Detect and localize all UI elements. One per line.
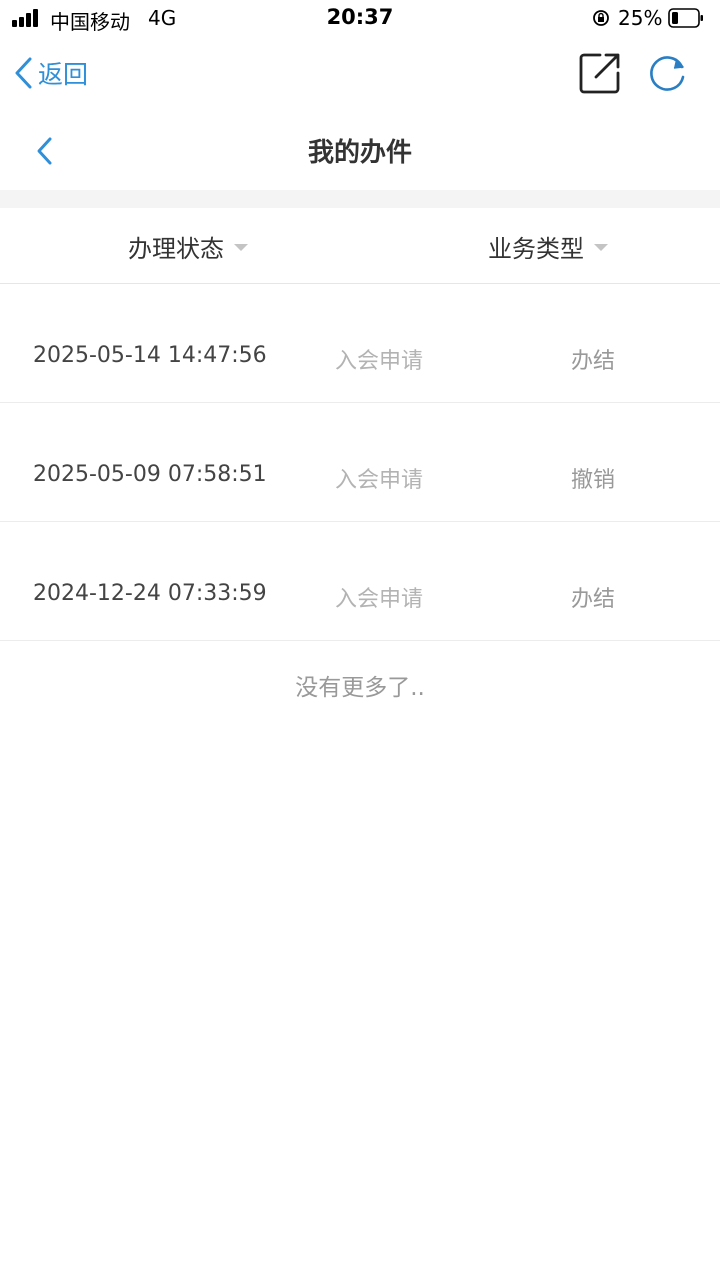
back-button[interactable]: 返回 [12, 50, 88, 96]
battery-icon [668, 8, 703, 28]
battery-percent: 25% [618, 6, 663, 30]
record-status: 办结 [571, 587, 616, 612]
record-business: 入会申请 [335, 587, 424, 612]
record-datetime: 2024-12-24 07:33:59 [33, 581, 267, 606]
no-more-text: 没有更多了.. [295, 675, 425, 701]
record-status: 撤销 [571, 468, 616, 493]
records-list: 2025-05-14 14:47:56 入会申请 办结 2025-05-09 0… [0, 284, 720, 641]
filter-type-dropdown[interactable]: 业务类型 [488, 226, 608, 266]
list-item[interactable]: 2025-05-09 07:58:51 入会申请 撤销 [0, 403, 720, 522]
filter-bar: 办理状态 业务类型 [0, 208, 720, 284]
caret-down-icon [594, 244, 608, 251]
page-header: 我的办件 [0, 112, 720, 190]
refresh-icon[interactable] [646, 53, 688, 95]
list-item[interactable]: 2024-12-24 07:33:59 入会申请 办结 [0, 522, 720, 641]
share-icon[interactable] [578, 51, 622, 95]
record-datetime: 2025-05-14 14:47:56 [33, 343, 267, 368]
rotation-lock-icon [593, 10, 609, 26]
page-title: 我的办件 [307, 138, 412, 168]
chevron-left-icon [15, 57, 32, 89]
record-status: 办结 [571, 349, 616, 374]
filter-type-label: 业务类型 [488, 234, 584, 263]
record-business: 入会申请 [335, 349, 424, 374]
browser-toolbar: 返回 [0, 40, 720, 106]
filter-status-label: 办理状态 [128, 234, 224, 263]
back-label: 返回 [38, 60, 89, 89]
section-divider [0, 190, 720, 208]
record-datetime: 2025-05-09 07:58:51 [33, 462, 267, 487]
record-business: 入会申请 [335, 468, 424, 493]
list-item[interactable]: 2025-05-14 14:47:56 入会申请 办结 [0, 284, 720, 403]
filter-status-dropdown[interactable]: 办理状态 [128, 226, 248, 266]
status-bar: 中国移动 4G 20:37 25% [0, 0, 720, 36]
status-time: 20:37 [326, 5, 394, 29]
caret-down-icon [234, 244, 248, 251]
